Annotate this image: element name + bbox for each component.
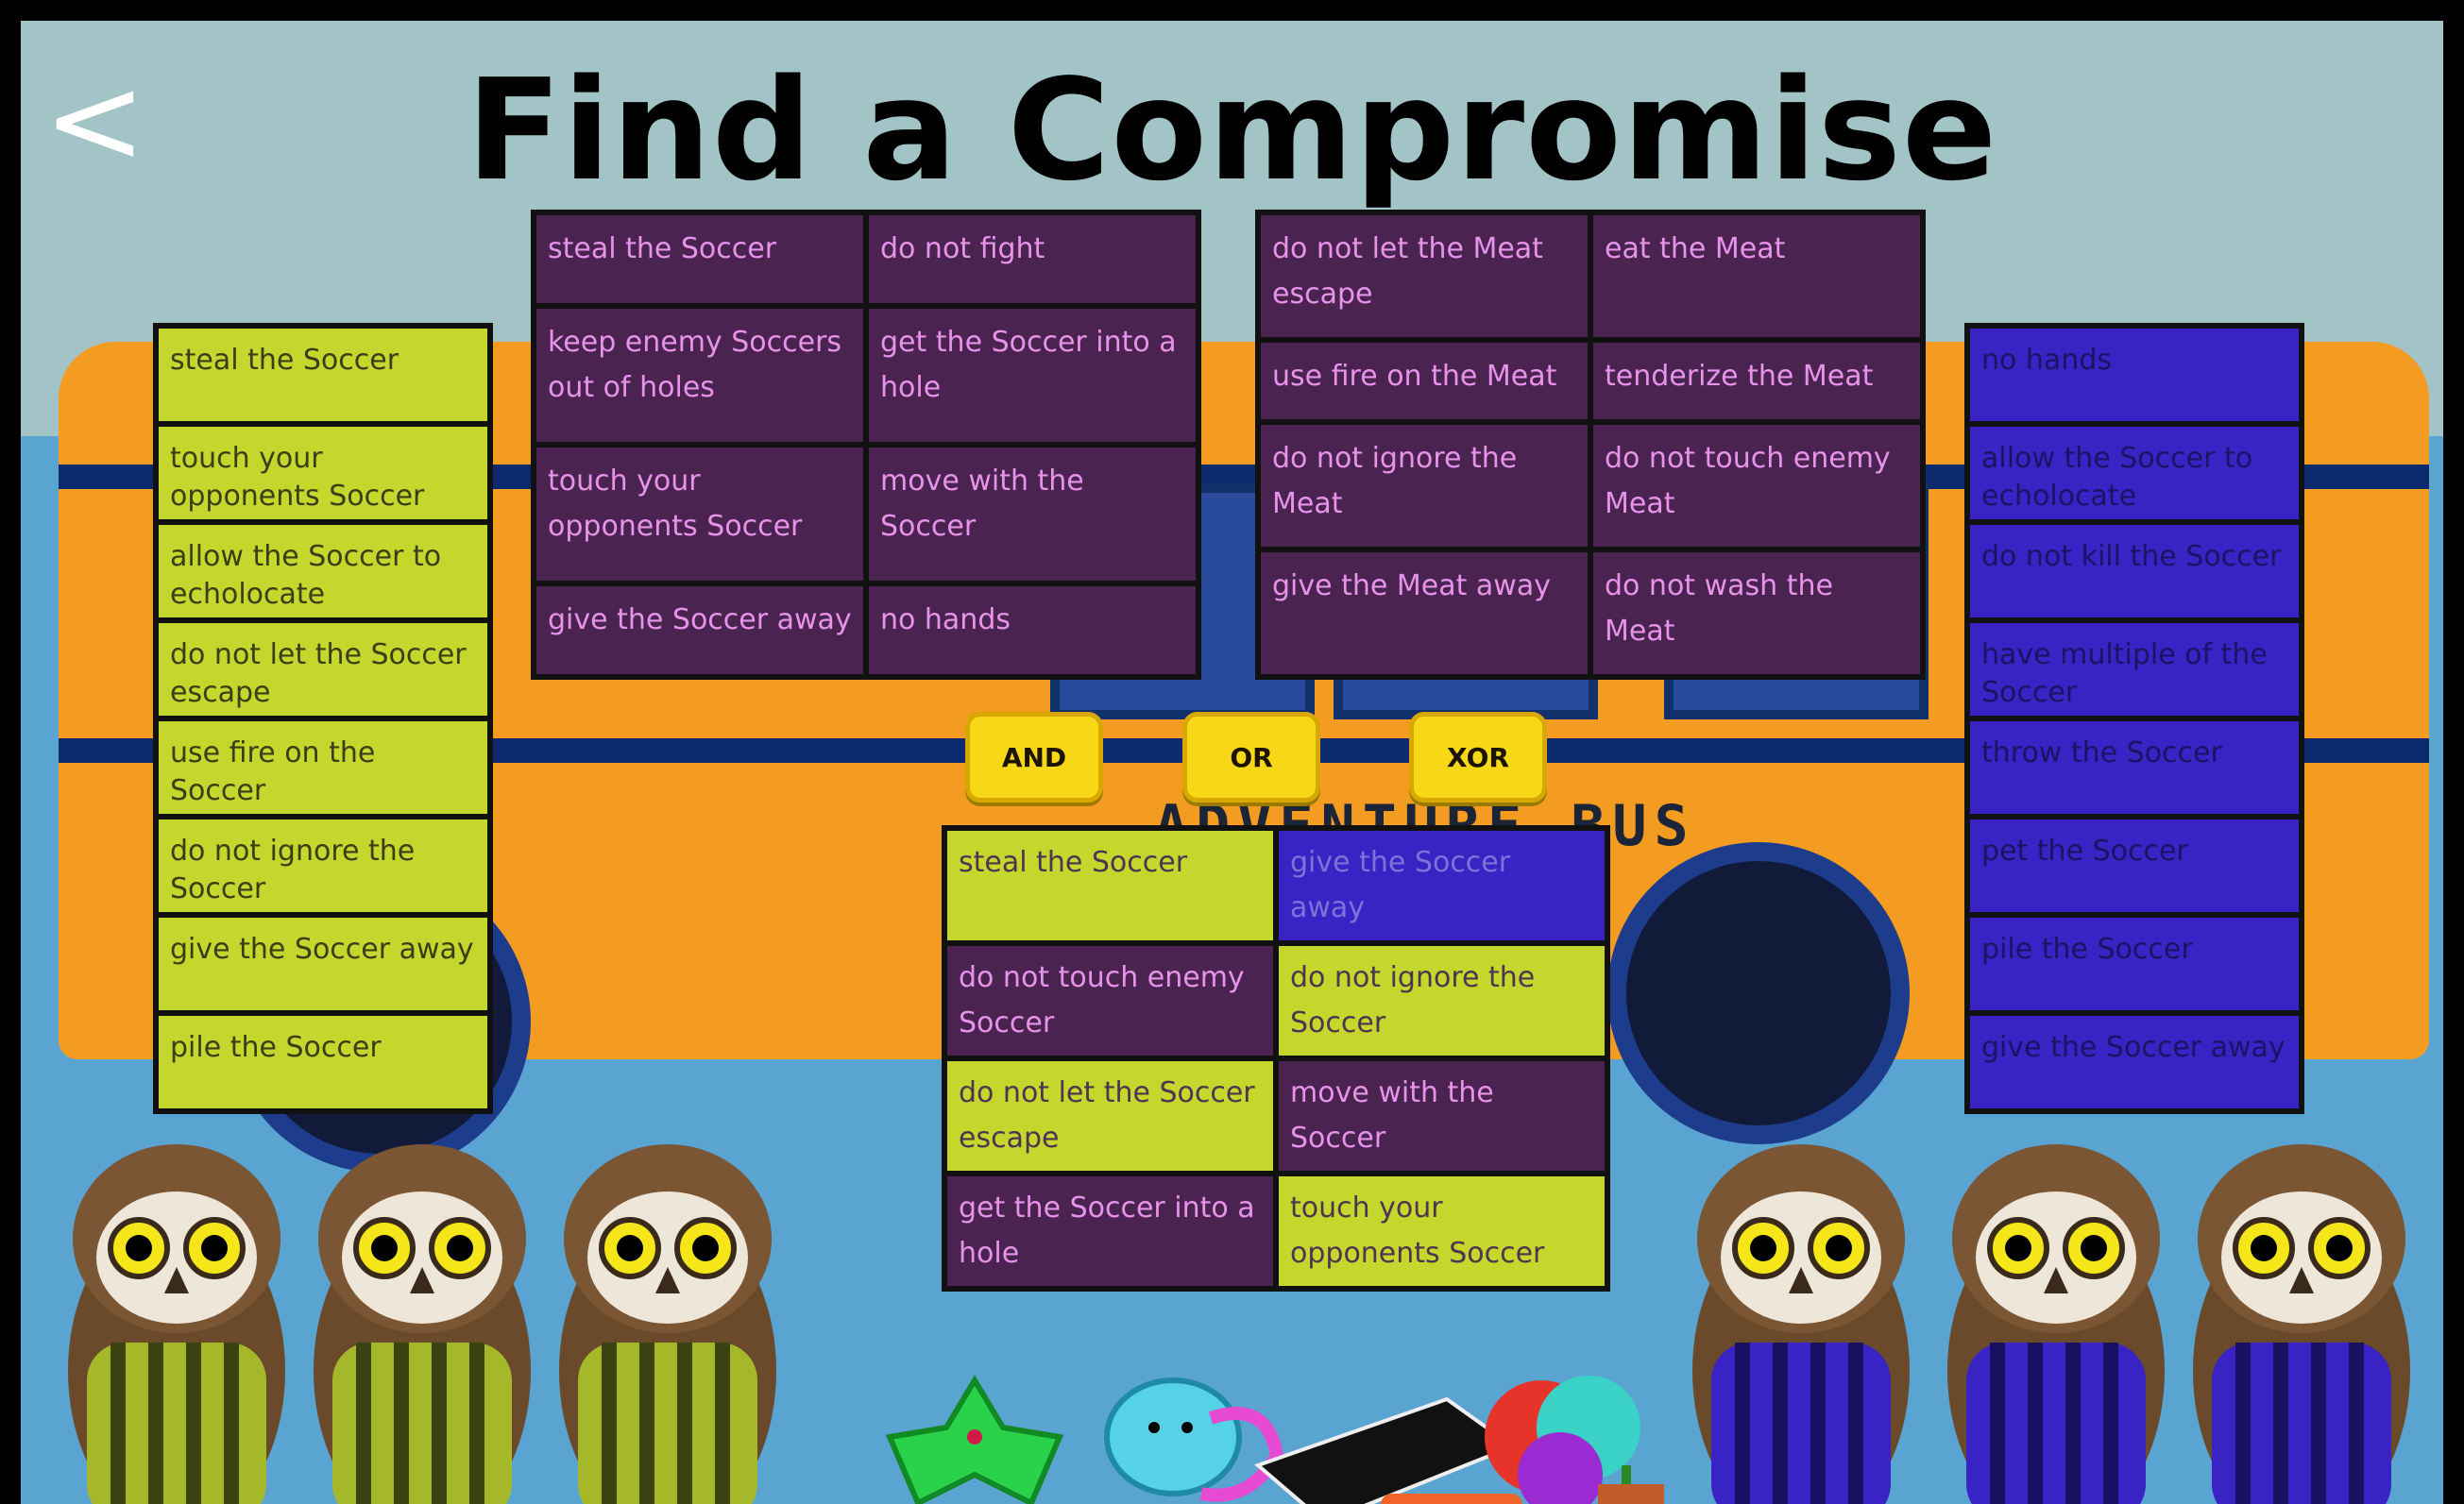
option-card[interactable]: allow the Soccer to echolocate [1970,427,2299,519]
option-card[interactable]: have multiple of the Soccer [1970,623,2299,716]
rule-card[interactable]: get the Soccer into a hole [869,309,1196,442]
rule-card[interactable]: tenderize the Meat [1593,343,1920,419]
result-card[interactable]: touch your opponents Soccer [1279,1176,1605,1286]
flower-plant [1485,1376,1664,1504]
rule-card[interactable]: no hands [869,586,1196,674]
rule-card[interactable]: touch your opponents Soccer [536,448,863,581]
right-option-column: no hands allow the Soccer to echolocate … [1964,323,2304,1114]
owl-blue-3 [2193,1144,2410,1504]
rule-card[interactable]: give the Meat away [1261,552,1588,674]
owl-green-1 [68,1144,285,1504]
option-card[interactable]: pile the Soccer [159,1016,487,1108]
option-card[interactable]: steal the Soccer [159,329,487,421]
rule-card[interactable]: do not wash the Meat [1593,552,1920,674]
rule-card[interactable]: do not fight [869,215,1196,303]
result-card[interactable]: do not touch enemy Soccer [947,946,1273,1056]
result-card[interactable]: steal the Soccer [947,831,1273,940]
game-scene: ADVENTURE BUS Find a Compromise < steal … [21,21,2443,1504]
rule-card[interactable]: eat the Meat [1593,215,1920,337]
rule-card[interactable]: do not touch enemy Meat [1593,425,1920,547]
bus-wheel [1607,842,1910,1144]
rule-card[interactable]: do not let the Meat escape [1261,215,1588,337]
rule-card[interactable]: keep enemy Soccers out of holes [536,309,863,442]
result-card[interactable]: move with the Soccer [1279,1061,1605,1171]
option-card[interactable]: do not kill the Soccer [1970,525,2299,617]
rule-card[interactable]: use fire on the Meat [1261,343,1588,419]
result-card[interactable]: get the Soccer into a hole [947,1176,1273,1286]
xor-button[interactable]: XOR [1409,712,1547,803]
left-option-column: steal the Soccer touch your opponents So… [153,323,493,1114]
option-card[interactable]: allow the Soccer to echolocate [159,525,487,617]
owl-blue-2 [1947,1144,2165,1504]
rule-card[interactable]: move with the Soccer [869,448,1196,581]
result-card[interactable]: give the Soccer away [1279,831,1605,940]
page-title: Find a Compromise [466,49,1998,211]
owl-blue-1 [1692,1144,1910,1504]
back-button[interactable]: < [43,59,146,181]
result-grid: steal the Soccer give the Soccer away do… [942,825,1610,1292]
option-card[interactable]: give the Soccer away [1970,1016,2299,1108]
option-card[interactable]: touch your opponents Soccer [159,427,487,519]
rule-card[interactable]: steal the Soccer [536,215,863,303]
option-card[interactable]: pet the Soccer [1970,820,2299,912]
option-card[interactable]: throw the Soccer [1970,721,2299,814]
or-button[interactable]: OR [1182,712,1320,803]
left-rule-grid: steal the Soccer do not fight keep enemy… [531,210,1201,680]
option-card[interactable]: pile the Soccer [1970,918,2299,1010]
rule-card[interactable]: do not ignore the Meat [1261,425,1588,547]
option-card[interactable]: no hands [1970,329,2299,421]
option-card[interactable]: do not ignore the Soccer [159,820,487,912]
green-bat-creature [885,1375,1064,1504]
option-card[interactable]: do not let the Soccer escape [159,623,487,716]
owl-green-2 [314,1144,531,1504]
owl-green-3 [559,1144,776,1504]
and-button[interactable]: AND [965,712,1103,803]
result-card[interactable]: do not let the Soccer escape [947,1061,1273,1171]
result-card[interactable]: do not ignore the Soccer [1279,946,1605,1056]
option-card[interactable]: give the Soccer away [159,918,487,1010]
rule-card[interactable]: give the Soccer away [536,586,863,674]
option-card[interactable]: use fire on the Soccer [159,721,487,814]
right-rule-grid: do not let the Meat escape eat the Meat … [1255,210,1926,680]
